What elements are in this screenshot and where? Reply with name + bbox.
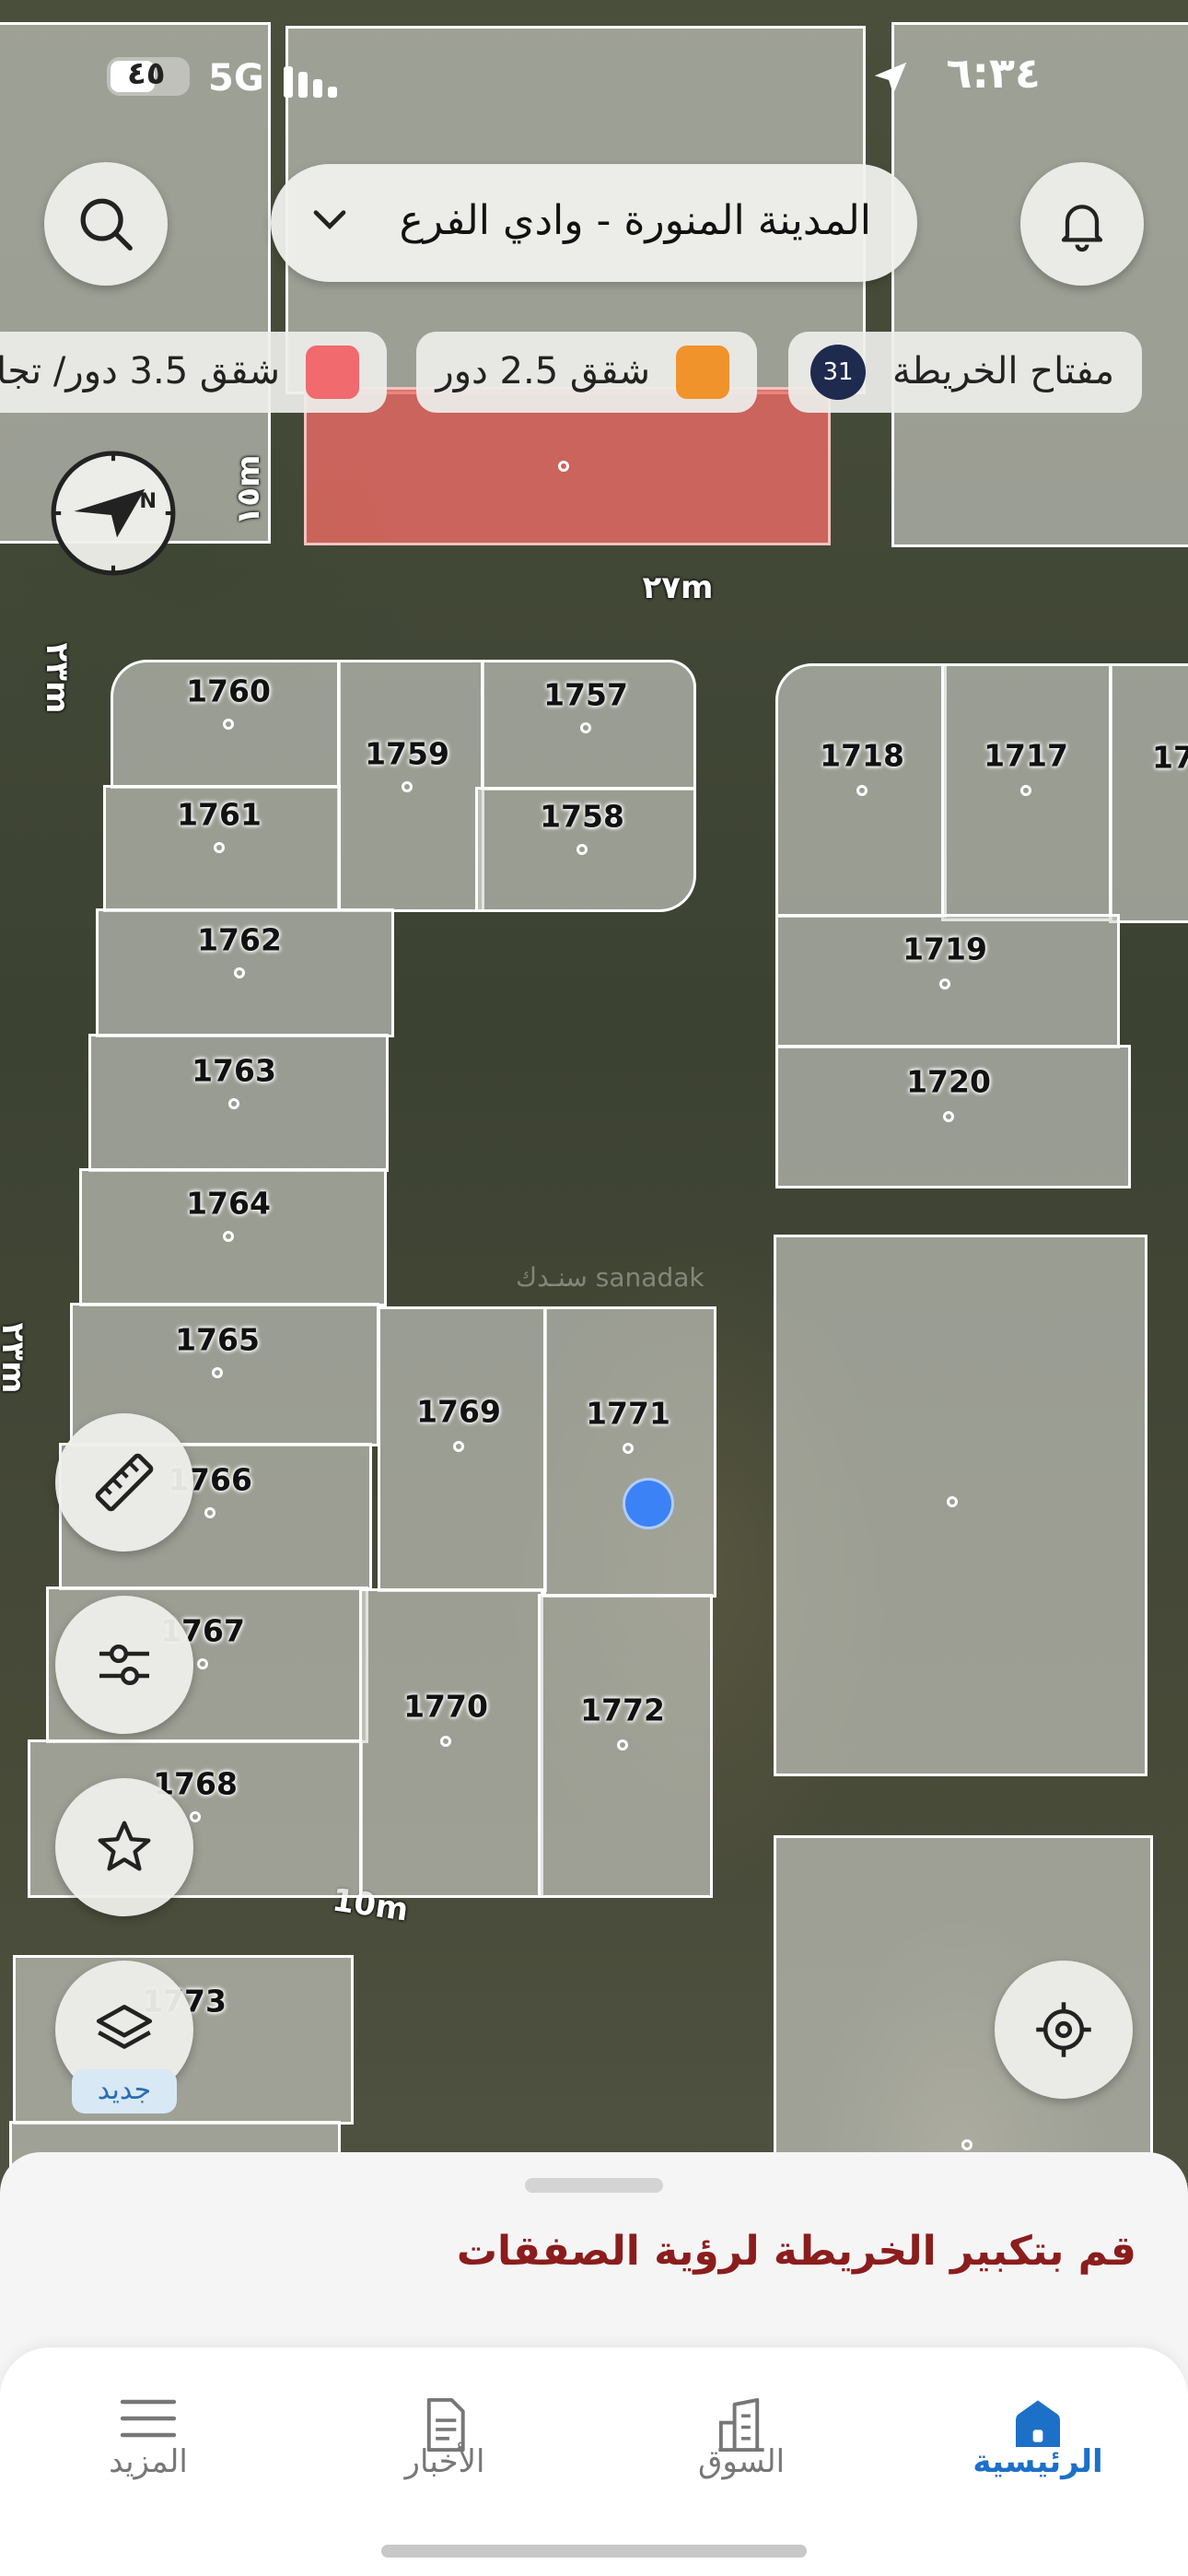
plot-marker [947, 1496, 958, 1507]
map-plot[interactable] [774, 1235, 1147, 1776]
tab-home[interactable]: الرئيسية [890, 2348, 1186, 2532]
search-icon [80, 198, 133, 251]
legend-swatch [306, 345, 359, 399]
plot-marker [440, 1736, 451, 1747]
legend-item[interactable]: شقق 3.5 دور/ تجا [0, 332, 387, 413]
my-location-button[interactable] [995, 1961, 1133, 2099]
bell-icon [1061, 205, 1103, 252]
legend-item[interactable]: شقق 2.5 دور [416, 332, 757, 413]
plot-marker [623, 1443, 634, 1454]
road-width-label: ٢٧m [642, 569, 714, 606]
plot-marker [1020, 785, 1031, 796]
plot-marker [228, 1098, 239, 1109]
tab-home-label: الرئيسية [973, 2443, 1103, 2480]
notifications-button[interactable] [1020, 162, 1144, 286]
user-location-dot [623, 1478, 674, 1529]
status-bar: ٤٥ 5G ٦:٣٤ [0, 0, 1188, 157]
plot-marker [617, 1739, 628, 1751]
plot-marker [577, 844, 588, 855]
plot-marker [223, 719, 234, 730]
plot-number: 1717 [984, 737, 1068, 774]
plot-number: 1720 [906, 1063, 991, 1100]
plot-number: 1769 [416, 1393, 501, 1430]
legend-swatch [676, 345, 729, 399]
network-type: 5G [208, 57, 264, 100]
home-indicator [381, 2545, 807, 2558]
legend-key[interactable]: مفتاح الخريطة 31 [788, 332, 1142, 413]
plot-number: 1772 [580, 1692, 665, 1728]
plot-marker [402, 781, 413, 792]
legend-item-label: شقق 2.5 دور [436, 350, 650, 392]
plot-number: 1761 [177, 796, 262, 833]
plot-marker [961, 2139, 973, 2150]
crosshair-icon [1036, 2002, 1091, 2057]
battery-level: ٤٥ [127, 55, 166, 92]
status-time: ٦:٣٤ [946, 48, 1041, 98]
battery-indicator: ٤٥ [107, 55, 190, 96]
plot-marker [212, 1367, 223, 1378]
city-selector[interactable]: المدينة المنورة - وادي الفرع [271, 164, 917, 282]
tab-bar: المزيد الأخبار السوق الرئيسية [0, 2348, 1188, 2576]
favorites-button[interactable] [55, 1778, 193, 1916]
plot-marker [856, 785, 868, 796]
plot-number: 1759 [365, 735, 449, 772]
plot-number: 1770 [403, 1688, 488, 1725]
plot-marker [197, 1658, 208, 1669]
zoom-hint-message: قم بتكبير الخريطة لرؤية الصفقات [456, 2228, 1136, 2275]
legend-key-label: مفتاح الخريطة [891, 350, 1114, 392]
ruler-icon [95, 1453, 154, 1512]
plot-number: 1760 [186, 673, 271, 709]
plot-marker [234, 967, 245, 978]
plot-number: 1771 [586, 1395, 670, 1432]
tab-market[interactable]: السوق [593, 2348, 890, 2532]
tab-more[interactable]: المزيد [0, 2348, 297, 2532]
map-watermark: سنـدك sanadak [516, 1262, 705, 1293]
plot-number: 1765 [175, 1321, 260, 1358]
signal-icon [284, 66, 337, 98]
location-arrow-icon [874, 62, 907, 95]
plot-marker [580, 722, 591, 733]
tab-market-label: السوق [697, 2443, 786, 2480]
plot-number: 1719 [903, 931, 987, 967]
plot-number: 1762 [197, 921, 282, 958]
road-width-label: ٢٣m [39, 642, 76, 714]
tab-news[interactable]: الأخبار [297, 2348, 593, 2532]
star-icon [98, 1821, 151, 1871]
plot-number: 1758 [540, 798, 624, 835]
sheet-handle[interactable] [525, 2178, 663, 2193]
plot-marker [939, 978, 950, 989]
plot-number: 1764 [186, 1185, 271, 1222]
legend-item-label: شقق 3.5 دور/ تجا [0, 350, 280, 392]
chevron-down-icon [313, 210, 346, 229]
legend-count-badge: 31 [810, 345, 866, 400]
new-badge: جديد [72, 2069, 177, 2113]
tab-news-label: الأخبار [404, 2443, 485, 2480]
layers-icon [96, 2005, 153, 2049]
plot-number: 1757 [543, 676, 628, 713]
tab-more-label: المزيد [109, 2443, 188, 2480]
plot-marker [558, 461, 569, 472]
plot-marker [223, 1231, 234, 1242]
plot-number: 1718 [820, 737, 904, 774]
map-plot[interactable] [1109, 663, 1188, 923]
svg-text:N: N [139, 489, 157, 513]
plot-marker [204, 1507, 215, 1518]
city-name: المدينة المنورة - وادي الفرع [399, 197, 871, 244]
plot-number: 17 [1152, 739, 1188, 776]
plot-marker [943, 1111, 954, 1122]
plot-number: 1763 [192, 1052, 276, 1089]
search-button[interactable] [44, 162, 168, 286]
plot-marker [453, 1441, 464, 1452]
sliders-icon [99, 1644, 149, 1686]
compass-icon[interactable]: N [48, 448, 179, 579]
road-width-label: ٢٣m [0, 1322, 31, 1394]
measure-button[interactable] [55, 1413, 193, 1551]
menu-icon [120, 2399, 177, 2438]
filter-button[interactable] [55, 1596, 193, 1734]
road-width-label: ١٥m [230, 454, 267, 526]
plot-marker [190, 1811, 201, 1822]
map-plot[interactable] [359, 1588, 543, 1898]
plot-marker [214, 842, 225, 853]
